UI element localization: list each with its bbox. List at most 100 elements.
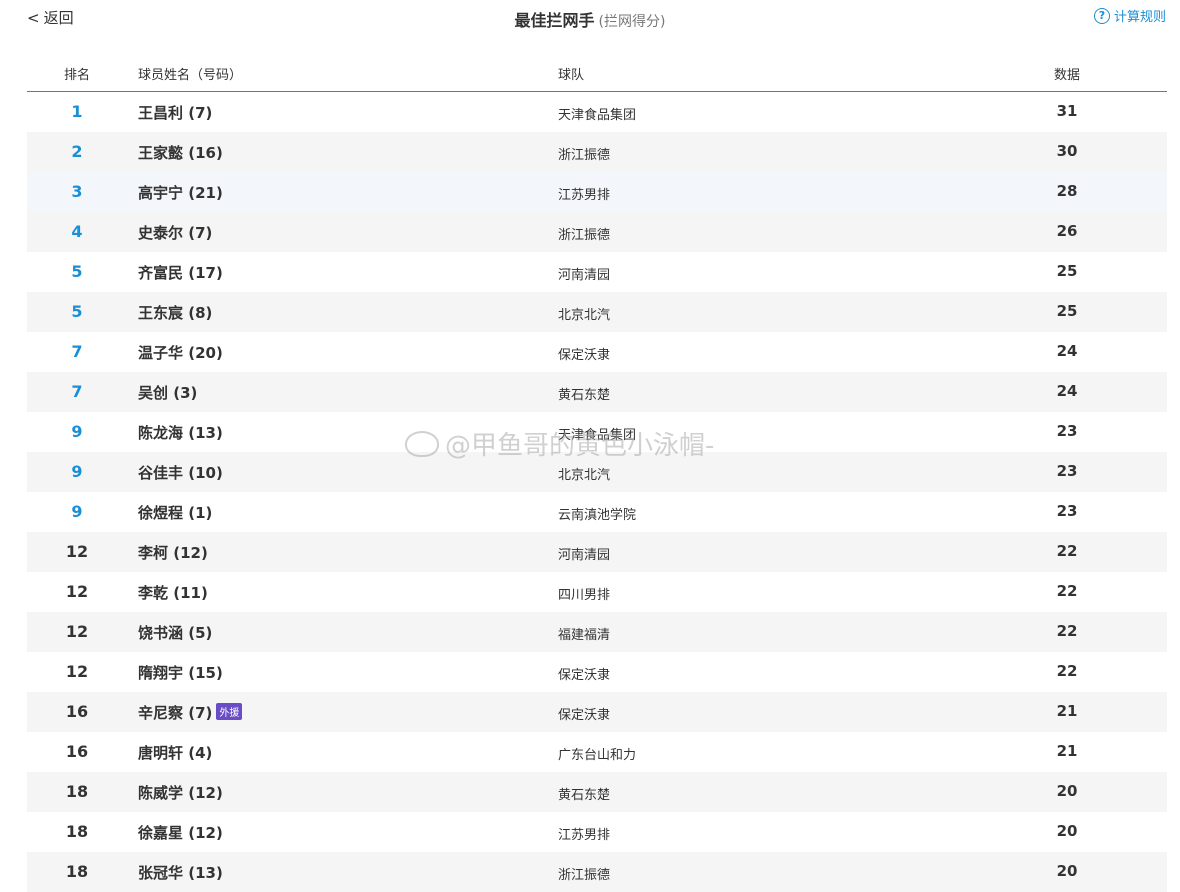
- player-name-cell: 王东宸 (8): [138, 302, 212, 323]
- rank-cell: 7: [71, 342, 83, 361]
- team-cell: 北京北汽: [558, 468, 611, 483]
- data-value-cell: 25: [1056, 302, 1078, 320]
- rank-cell: 7: [71, 382, 83, 401]
- player-name: 吴创 (3): [138, 384, 198, 402]
- table-row[interactable]: 7 温子华 (20) 保定沃隶 24: [27, 332, 1167, 372]
- player-name: 徐煜程 (1): [138, 504, 213, 522]
- table-row[interactable]: 18 张冠华 (13) 浙江振德 20: [27, 852, 1167, 892]
- rank-cell: 12: [65, 622, 89, 641]
- rank-cell: 16: [65, 702, 89, 721]
- team-cell: 四川男排: [558, 588, 611, 603]
- table-row[interactable]: 12 李柯 (12) 河南清园 22: [27, 532, 1167, 572]
- table-row[interactable]: 12 饶书涵 (5) 福建福清 22: [27, 612, 1167, 652]
- player-name: 王昌利 (7): [138, 104, 213, 122]
- player-name-cell: 徐嘉星 (12): [138, 822, 223, 843]
- rank-cell: 18: [65, 782, 89, 801]
- rank-cell: 18: [65, 862, 89, 881]
- rank-cell: 18: [65, 822, 89, 841]
- data-value-cell: 23: [1056, 462, 1078, 480]
- rank-cell: 4: [71, 222, 83, 241]
- player-name-cell: 徐煜程 (1): [138, 502, 212, 523]
- table-row[interactable]: 9 谷佳丰 (10) 北京北汽 23: [27, 452, 1167, 492]
- team-cell: 河南清园: [558, 268, 611, 283]
- calc-rules-label: 计算规则: [1113, 10, 1166, 25]
- data-value-cell: 24: [1056, 382, 1078, 400]
- player-name-cell: 陈龙海 (13): [138, 422, 223, 443]
- player-name: 谷佳丰 (10): [138, 464, 223, 482]
- table-row[interactable]: 4 史泰尔 (7) 浙江振德 26: [27, 212, 1167, 252]
- foreign-player-badge: 外援: [216, 703, 243, 720]
- table-row[interactable]: 1 王昌利 (7) 天津食品集团 31: [27, 92, 1167, 132]
- team-cell: 黄石东楚: [558, 788, 611, 803]
- data-value-cell: 24: [1056, 342, 1078, 360]
- team-cell: 江苏男排: [558, 188, 611, 203]
- player-name: 徐嘉星 (12): [138, 824, 223, 842]
- data-value-cell: 22: [1056, 542, 1078, 560]
- team-cell: 江苏男排: [558, 828, 611, 843]
- player-name-cell: 温子华 (20): [138, 342, 223, 363]
- team-cell: 保定沃隶: [558, 708, 611, 723]
- table-row[interactable]: 7 吴创 (3) 黄石东楚 24: [27, 372, 1167, 412]
- data-value-cell: 21: [1056, 702, 1078, 720]
- question-circle-icon: ?: [1093, 7, 1110, 24]
- table-row[interactable]: 12 隋翔宇 (15) 保定沃隶 22: [27, 652, 1167, 692]
- team-cell: 黄石东楚: [558, 388, 611, 403]
- calc-rules-link[interactable]: ? 计算规则: [1093, 6, 1166, 25]
- rank-cell: 1: [71, 102, 83, 121]
- team-cell: 福建福清: [558, 628, 611, 643]
- top-bar: < 返回 最佳拦网手 (拦网得分) ? 计算规则: [0, 0, 1180, 36]
- player-name: 隋翔宇 (15): [138, 664, 223, 682]
- data-value-cell: 23: [1056, 422, 1078, 440]
- player-name-cell: 隋翔宇 (15): [138, 662, 223, 683]
- player-name-cell: 王家懿 (16): [138, 142, 223, 163]
- rank-cell: 9: [71, 422, 83, 441]
- data-value-cell: 23: [1056, 502, 1078, 520]
- team-cell: 浙江振德: [558, 148, 611, 163]
- player-name: 温子华 (20): [138, 344, 223, 362]
- table-row[interactable]: 9 陈龙海 (13) 天津食品集团 23: [27, 412, 1167, 452]
- data-value-cell: 22: [1056, 622, 1078, 640]
- header-data: 数据: [1053, 68, 1080, 83]
- data-value-cell: 31: [1056, 102, 1078, 120]
- table-row[interactable]: 12 李乾 (11) 四川男排 22: [27, 572, 1167, 612]
- table-row[interactable]: 16 唐明轩 (4) 广东台山和力 21: [27, 732, 1167, 772]
- player-name-cell: 谷佳丰 (10): [138, 462, 223, 483]
- player-name: 史泰尔 (7): [138, 224, 213, 242]
- player-name-cell: 唐明轩 (4): [138, 742, 212, 763]
- rank-cell: 16: [65, 742, 89, 761]
- table-row[interactable]: 18 陈威学 (12) 黄石东楚 20: [27, 772, 1167, 812]
- player-name-cell: 王昌利 (7): [138, 102, 212, 123]
- player-name-cell: 史泰尔 (7): [138, 222, 212, 243]
- player-name: 李柯 (12): [138, 544, 208, 562]
- page-title-group: 最佳拦网手 (拦网得分): [0, 7, 1180, 31]
- table-row[interactable]: 18 徐嘉星 (12) 江苏男排 20: [27, 812, 1167, 852]
- header-rank: 排名: [63, 68, 90, 83]
- team-cell: 保定沃隶: [558, 668, 611, 683]
- player-name-cell: 饶书涵 (5): [138, 622, 212, 643]
- team-cell: 天津食品集团: [558, 108, 637, 123]
- team-cell: 浙江振德: [558, 228, 611, 243]
- player-name-cell: 辛尼察 (7) 外援: [138, 702, 243, 723]
- data-value-cell: 22: [1056, 662, 1078, 680]
- rank-cell: 9: [71, 462, 83, 481]
- table-row[interactable]: 16 辛尼察 (7) 外援 保定沃隶 21: [27, 692, 1167, 732]
- player-name: 唐明轩 (4): [138, 744, 213, 762]
- player-name: 李乾 (11): [138, 584, 208, 602]
- table-row[interactable]: 9 徐煜程 (1) 云南滇池学院 23: [27, 492, 1167, 532]
- table-row[interactable]: 2 王家懿 (16) 浙江振德 30: [27, 132, 1167, 172]
- table-row[interactable]: 5 王东宸 (8) 北京北汽 25: [27, 292, 1167, 332]
- data-value-cell: 22: [1056, 582, 1078, 600]
- page-subtitle: (拦网得分): [598, 14, 666, 30]
- team-cell: 北京北汽: [558, 308, 611, 323]
- player-name: 陈威学 (12): [138, 784, 223, 802]
- data-value-cell: 28: [1056, 182, 1078, 200]
- data-value-cell: 21: [1056, 742, 1078, 760]
- player-name-cell: 张冠华 (13): [138, 862, 223, 883]
- table-row[interactable]: 5 齐富民 (17) 河南清园 25: [27, 252, 1167, 292]
- team-cell: 保定沃隶: [558, 348, 611, 363]
- header-team: 球队: [558, 68, 585, 83]
- table-row[interactable]: 3 高宇宁 (21) 江苏男排 28: [27, 172, 1167, 212]
- team-cell: 云南滇池学院: [558, 508, 637, 523]
- page-title: 最佳拦网手: [514, 11, 595, 30]
- rank-cell: 9: [71, 502, 83, 521]
